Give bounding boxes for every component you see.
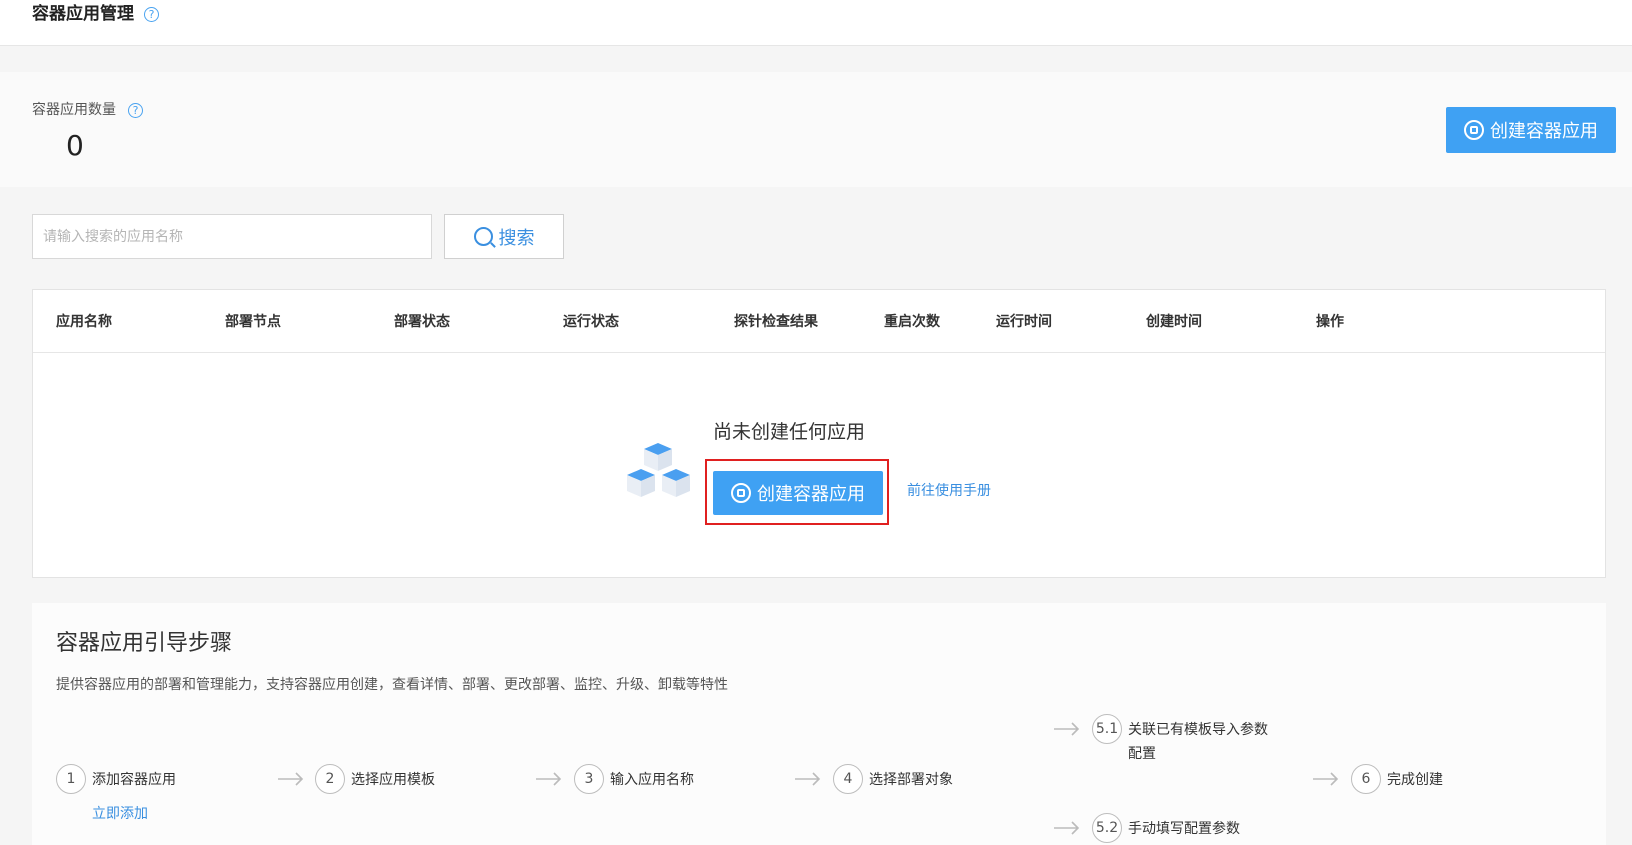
app-count-value: 0: [66, 129, 84, 162]
guide-description: 提供容器应用的部署和管理能力，支持容器应用创建，查看详情、部署、更改部署、监控、…: [56, 677, 728, 693]
step-label: 完成创建: [1387, 772, 1443, 788]
empty-cubes-icon: [627, 443, 690, 497]
summary-panel: 容器应用数量 ? 0 创建容器应用: [0, 72, 1632, 187]
step-label: 添加容器应用: [92, 772, 176, 788]
step-number: 6: [1351, 764, 1381, 794]
app-count-label: 容器应用数量: [32, 102, 116, 118]
arrow-right-icon: [1054, 722, 1080, 736]
step-number: 4: [833, 764, 863, 794]
step-number: 5.2: [1092, 813, 1122, 843]
column-header-deploy-status: 部署状态: [394, 314, 450, 330]
guide-step-3: 3 输入应用名称: [574, 764, 694, 794]
table-header: 应用名称 部署节点 部署状态 运行状态 探针检查结果 重启次数 运行时间 创建时…: [33, 290, 1605, 353]
column-header-probe-result: 探针检查结果: [734, 314, 818, 330]
search-input[interactable]: [32, 214, 432, 259]
guide-step-6: 6 完成创建: [1351, 764, 1443, 794]
guide-step-1: 1 添加容器应用: [56, 764, 176, 794]
page-header: 容器应用管理 ?: [0, 0, 1632, 46]
arrow-right-icon: [1054, 821, 1080, 835]
guide-step-2: 2 选择应用模板: [315, 764, 435, 794]
column-header-app-name: 应用名称: [56, 314, 112, 330]
column-header-actions: 操作: [1316, 314, 1344, 330]
column-header-create-time: 创建时间: [1146, 314, 1202, 330]
guide-step-4: 4 选择部署对象: [833, 764, 953, 794]
create-app-button[interactable]: 创建容器应用: [1446, 107, 1616, 153]
create-app-button-label: 创建容器应用: [1490, 121, 1598, 142]
arrow-right-icon: [536, 772, 562, 786]
add-now-link[interactable]: 立即添加: [92, 804, 148, 824]
step-number: 3: [574, 764, 604, 794]
column-header-restart-count: 重启次数: [884, 314, 940, 330]
user-manual-link[interactable]: 前往使用手册: [907, 481, 991, 501]
step-label-line2: 配置: [1128, 746, 1156, 762]
search-icon: [473, 227, 493, 246]
help-icon[interactable]: ?: [128, 103, 143, 118]
column-header-run-status: 运行状态: [563, 314, 619, 330]
arrow-right-icon: [795, 772, 821, 786]
guide-step-5-2: 5.2 手动填写配置参数: [1092, 813, 1240, 843]
guide-title: 容器应用引导步骤: [56, 631, 233, 656]
arrow-right-icon: [278, 772, 304, 786]
empty-create-app-button-label: 创建容器应用: [757, 484, 865, 505]
arrow-right-icon: [1313, 772, 1339, 786]
page-title: 容器应用管理: [32, 4, 134, 24]
gear-icon: [731, 483, 751, 503]
step-label: 输入应用名称: [610, 772, 694, 788]
column-header-deploy-node: 部署节点: [225, 314, 281, 330]
step-number: 2: [315, 764, 345, 794]
app-table: 应用名称 部署节点 部署状态 运行状态 探针检查结果 重启次数 运行时间 创建时…: [32, 289, 1606, 578]
highlight-frame: 创建容器应用: [705, 459, 889, 525]
help-icon[interactable]: ?: [144, 7, 159, 22]
search-button-label: 搜索: [498, 227, 535, 249]
gear-icon: [1464, 120, 1484, 140]
empty-create-app-button[interactable]: 创建容器应用: [713, 471, 883, 515]
guide-panel: 容器应用引导步骤 提供容器应用的部署和管理能力，支持容器应用创建，查看详情、部署…: [32, 603, 1606, 845]
search-button[interactable]: 搜索: [444, 214, 564, 259]
step-label: 关联已有模板导入参数: [1128, 722, 1268, 738]
step-number: 5.1: [1092, 714, 1122, 744]
step-label: 选择应用模板: [351, 772, 435, 788]
column-header-run-time: 运行时间: [996, 314, 1052, 330]
step-label: 手动填写配置参数: [1128, 821, 1240, 837]
step-number: 1: [56, 764, 86, 794]
empty-state-title: 尚未创建任何应用: [713, 421, 866, 443]
guide-step-5-1: 5.1 关联已有模板导入参数: [1092, 714, 1268, 744]
step-label: 选择部署对象: [869, 772, 953, 788]
